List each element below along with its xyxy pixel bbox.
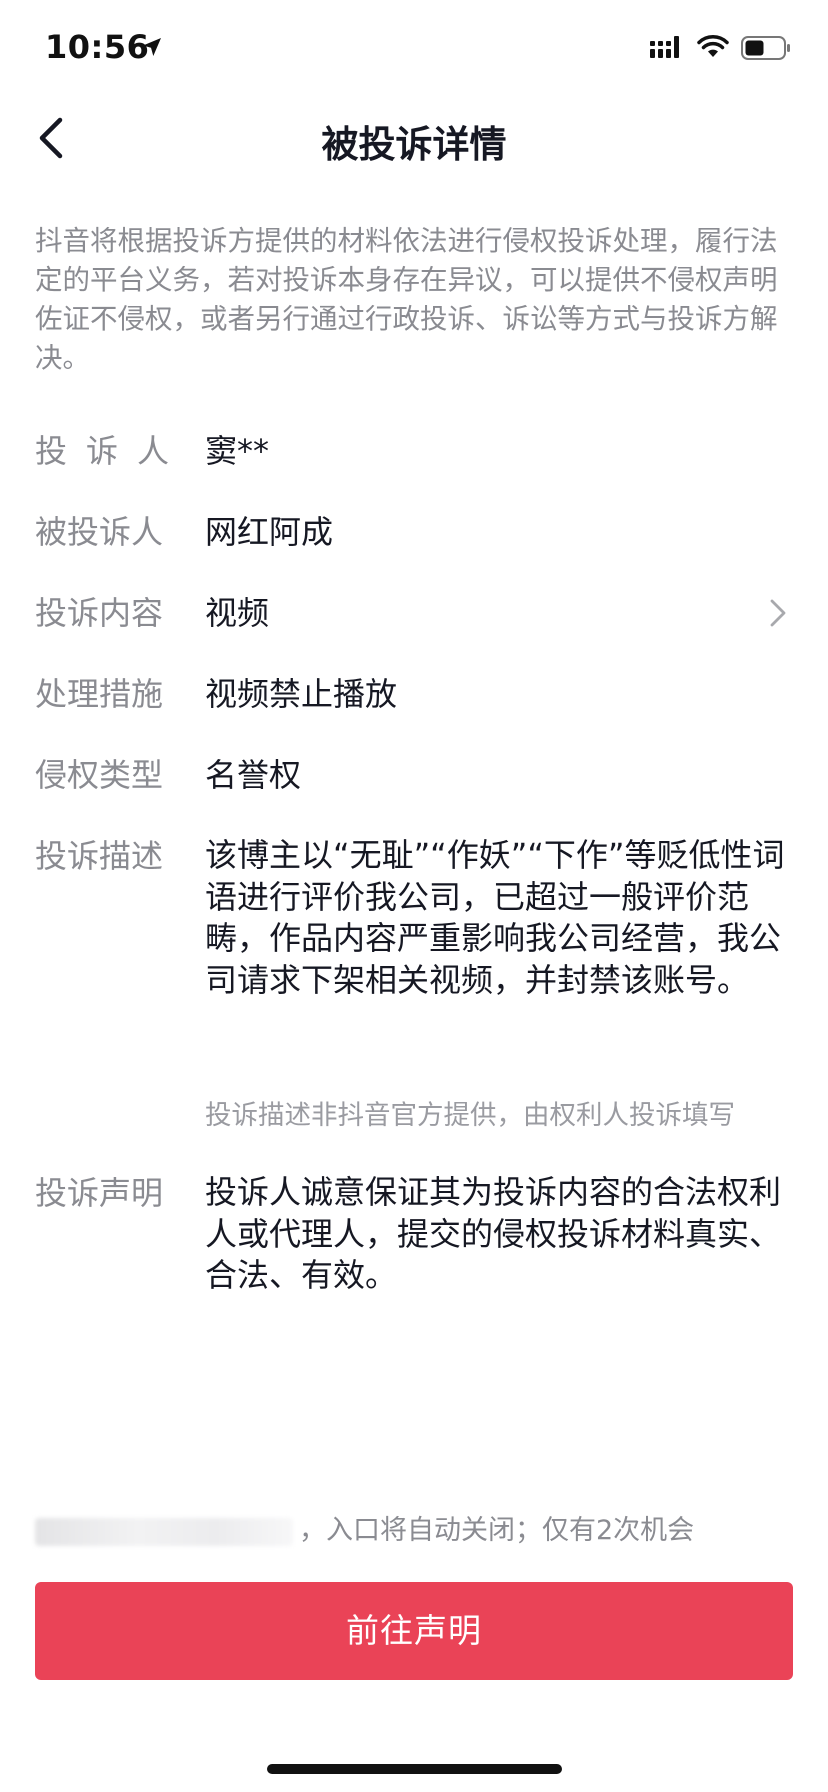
- respondent-label: 被投诉人: [35, 513, 164, 551]
- go-to-statement-button[interactable]: 前往声明: [35, 1582, 793, 1680]
- wifi-icon: [697, 35, 729, 57]
- statement-label: 投诉声明: [35, 1174, 164, 1212]
- description-label: 投诉描述: [35, 837, 164, 875]
- notice-text: 抖音将根据投诉方提供的材料依法进行侵权投诉处理，履行法定的平台义务，若对投诉本身…: [35, 225, 778, 374]
- description-note: 投诉描述非抖音官方提供，由权利人投诉填写: [205, 1100, 735, 1131]
- measure-value: 视频禁止播放: [205, 675, 398, 713]
- entry-close-hint-text: ，入口将自动关闭；仅有2次机会: [299, 1515, 695, 1546]
- measure-label: 处理措施: [35, 675, 164, 713]
- content-value: 视频: [205, 594, 270, 632]
- signal-icon: [650, 36, 679, 58]
- infringement-type-value: 名誉权: [205, 756, 302, 794]
- status-bar: 10:56: [0, 0, 828, 100]
- page-title: 被投诉详情: [321, 123, 507, 166]
- location-arrow-icon: [143, 38, 161, 56]
- complainant-value: 窦**: [205, 432, 270, 470]
- redacted-text: [35, 1517, 293, 1546]
- description-value: 该博主以“无耻”“作妖”“下作”等贬低性词语进行评价我公司，已超过一般评价范畴，…: [205, 836, 785, 999]
- respondent-value: 网红阿成: [205, 513, 334, 551]
- complainant-label: 投诉人: [35, 432, 189, 470]
- status-time: 10:56: [45, 28, 150, 66]
- entry-close-hint: ，入口将自动关闭；仅有2次机会: [35, 1508, 694, 1547]
- home-indicator: [267, 1764, 562, 1774]
- battery-icon: [741, 36, 790, 60]
- statement-value: 投诉人诚意保证其为投诉内容的合法权利人或代理人，提交的侵权投诉材料真实、合法、有…: [205, 1173, 782, 1294]
- row-complaint-content[interactable]: 投诉内容 视频: [35, 592, 795, 636]
- chevron-right-icon[interactable]: [769, 598, 787, 628]
- content-label: 投诉内容: [35, 594, 164, 632]
- infringement-type-label: 侵权类型: [35, 756, 164, 794]
- nav-bar: 被投诉详情: [0, 100, 828, 176]
